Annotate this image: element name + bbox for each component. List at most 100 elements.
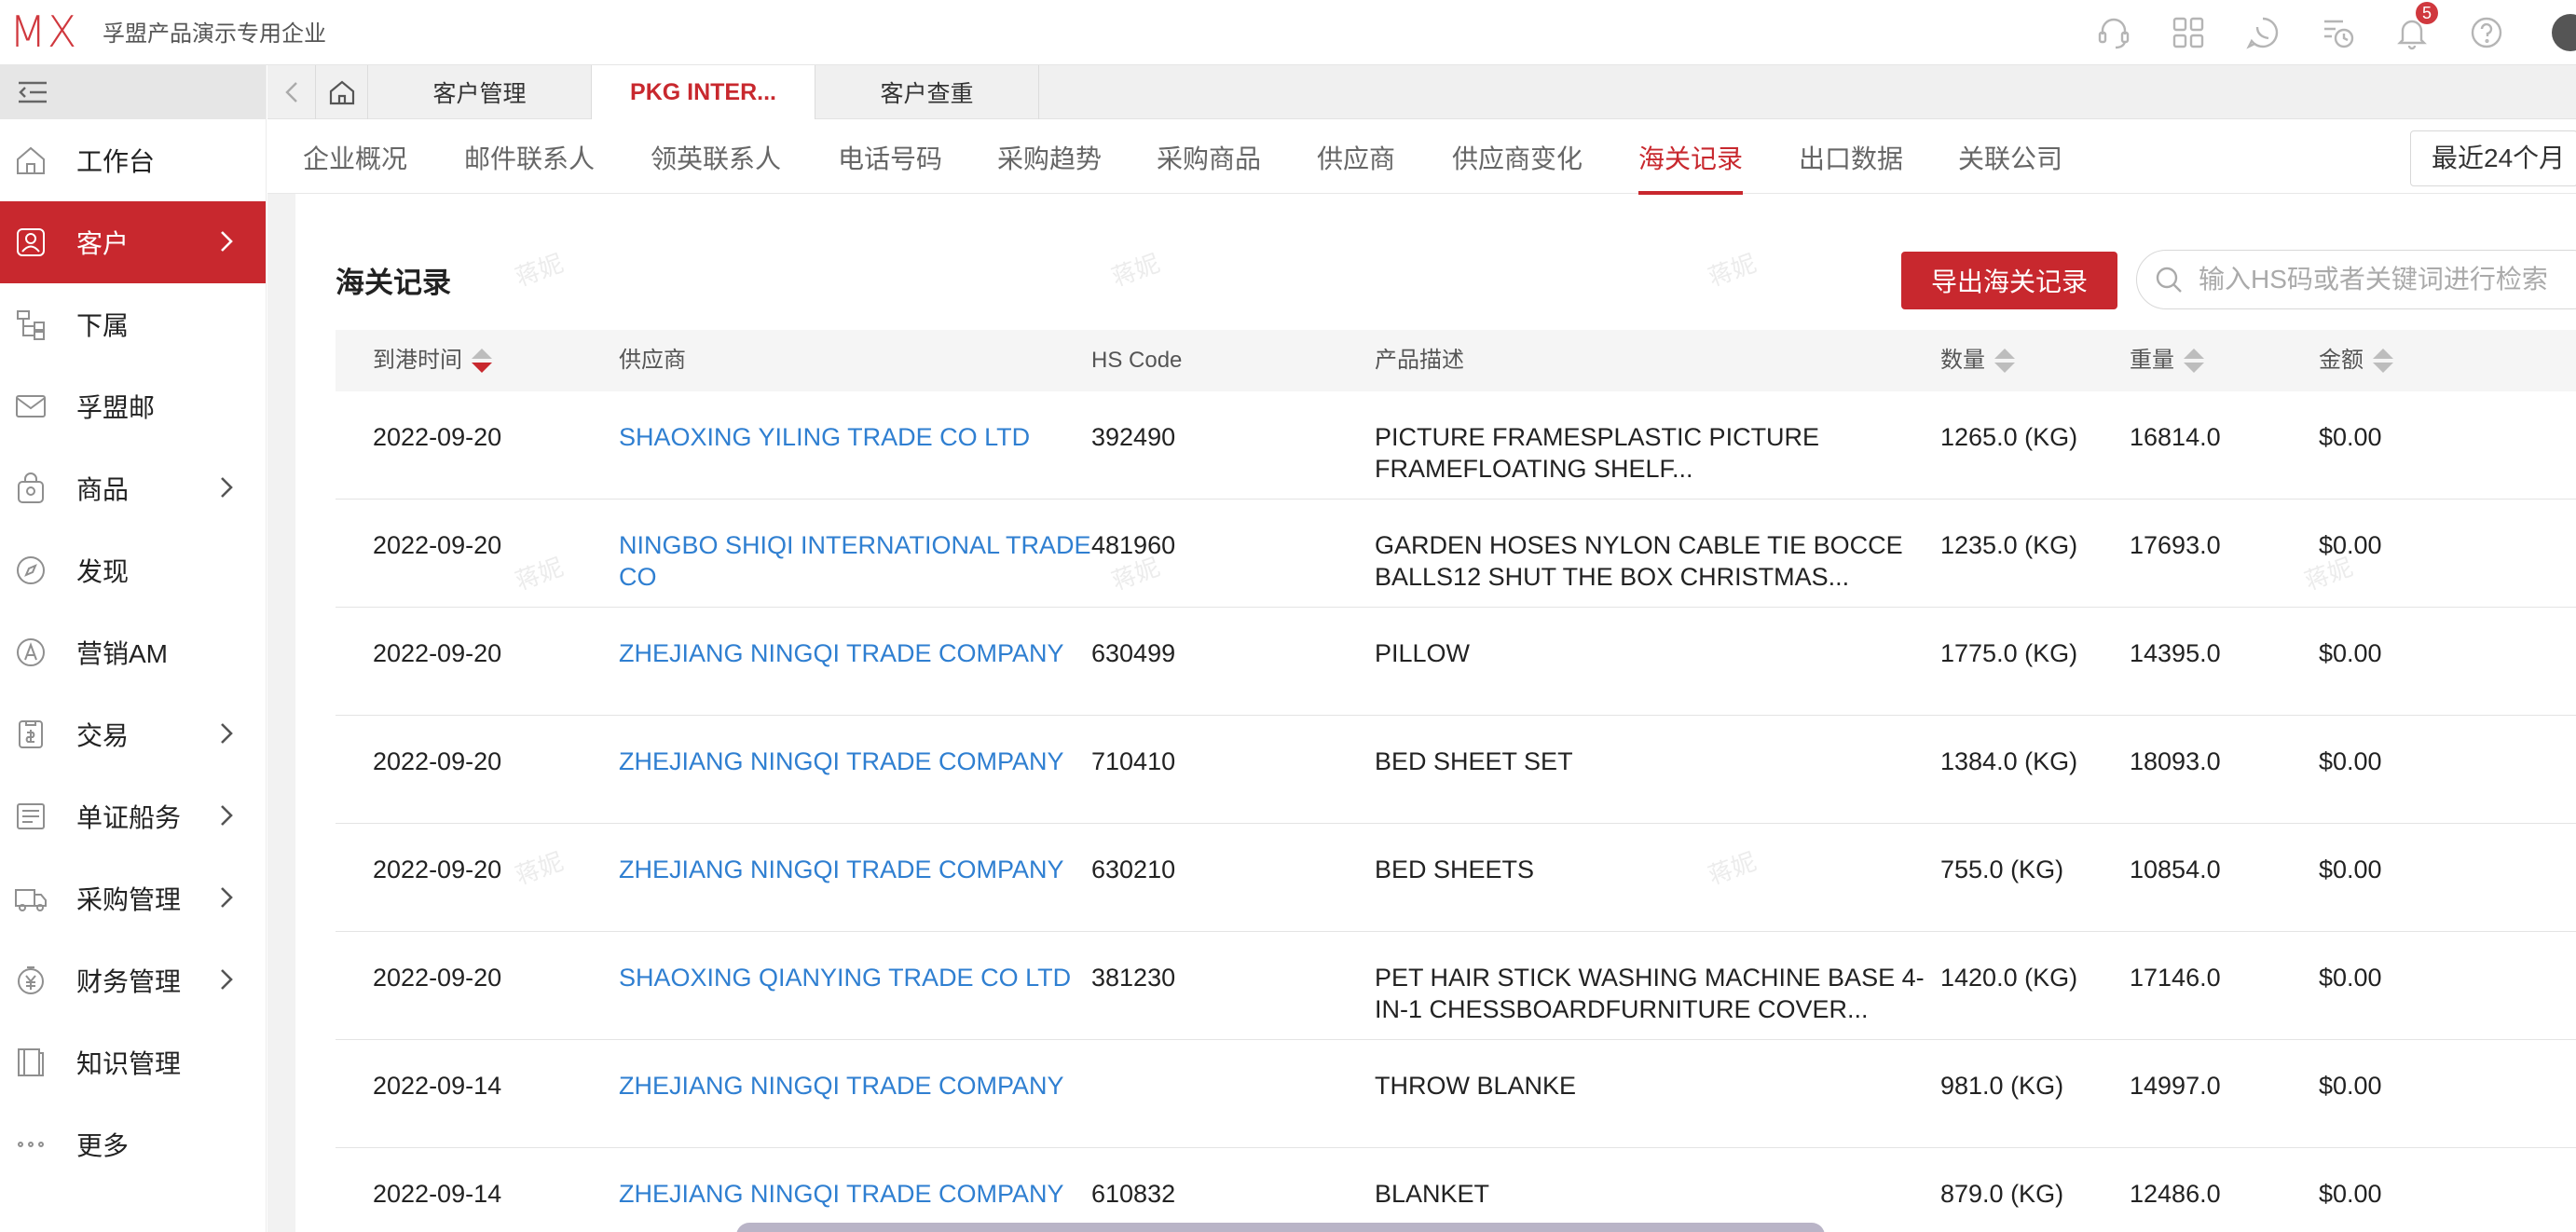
cell-supplier-link[interactable]: ZHEJIANG NINGQI TRADE COMPANY: [619, 637, 1094, 669]
table-row[interactable]: 2022-09-20 NINGBO SHIQI INTERNATIONAL TRA…: [336, 500, 2576, 608]
tab-customer-dedupe[interactable]: 客户查重: [815, 65, 1039, 119]
avatar[interactable]: [2552, 14, 2576, 51]
sidebar-item-label: 营销AM: [76, 639, 169, 668]
subtab-purchased-goods[interactable]: 采购商品: [1157, 119, 1261, 194]
sidebar-item-7[interactable]: 交易: [0, 693, 266, 775]
app-logo[interactable]: MX: [9, 7, 77, 57]
cell-quantity: 1265.0 (KG): [1940, 423, 2078, 451]
cell-supplier-link[interactable]: ZHEJIANG NINGQI TRADE COMPANY: [619, 1070, 1094, 1102]
subtab-overview[interactable]: 企业概况: [303, 119, 407, 194]
section-title: 海关记录: [336, 267, 451, 299]
table-row[interactable]: 2022-09-14 ZHEJIANG NINGQI TRADE COMPANY 6…: [336, 1148, 2576, 1232]
table-row[interactable]: 2022-09-20 SHAOXING QIANYING TRADE CO LTD…: [336, 932, 2576, 1040]
cell-supplier-link[interactable]: NINGBO SHIQI INTERNATIONAL TRADE CO: [619, 529, 1094, 593]
sidebar-item-10[interactable]: 财务管理: [0, 939, 266, 1021]
export-customs-button[interactable]: 导出海关记录: [1901, 252, 2117, 309]
chevron-right-icon: [219, 721, 238, 747]
tab-scroll-left-button[interactable]: [267, 65, 316, 119]
cell-amount: $0.00: [2319, 531, 2382, 559]
search-input[interactable]: [2199, 265, 2576, 294]
apps-grid-icon[interactable]: [2151, 0, 2226, 65]
table-row[interactable]: 2022-09-20 ZHEJIANG NINGQI TRADE COMPANY 6…: [336, 608, 2576, 716]
tab-pkg-inter[interactable]: PKG INTER...: [592, 65, 815, 119]
history-icon[interactable]: [2300, 0, 2375, 65]
column-header-date[interactable]: 到港时间: [373, 330, 492, 391]
sidebar-item-label: 更多: [76, 1131, 130, 1160]
top-icon-group: 5: [2076, 0, 2576, 65]
truck-icon: [13, 881, 48, 916]
cell-amount: $0.00: [2319, 856, 2382, 883]
watermark: 蒋妮: [511, 248, 568, 292]
subtab-related-companies[interactable]: 关联公司: [1958, 119, 2062, 194]
table-row[interactable]: 2022-09-20 ZHEJIANG NINGQI TRADE COMPANY 7…: [336, 716, 2576, 824]
tab-customer-management[interactable]: 客户管理: [368, 65, 592, 119]
sidebar-item-label: 采购管理: [76, 885, 182, 914]
cell-quantity: 755.0 (KG): [1940, 856, 2064, 883]
sidebar-item-2[interactable]: 下属: [0, 283, 266, 365]
sort-icon[interactable]: [2373, 349, 2393, 373]
sidebar-collapse-button[interactable]: [0, 65, 266, 119]
table-row[interactable]: 2022-09-20 ZHEJIANG NINGQI TRADE COMPANY 6…: [336, 824, 2576, 932]
sidebar-item-8[interactable]: 单证船务: [0, 775, 266, 857]
sort-icon[interactable]: [2184, 349, 2204, 373]
tab-home[interactable]: [316, 65, 368, 119]
top-bar: MX 孚盟产品演示专用企业 5: [0, 0, 2576, 65]
search-icon: [2156, 267, 2182, 293]
sidebar-item-12[interactable]: 更多: [0, 1103, 266, 1185]
tab-bar: 客户管理 PKG INTER... 客户查重: [267, 65, 2576, 119]
cell-amount: $0.00: [2319, 1072, 2382, 1100]
sort-icon[interactable]: [1994, 349, 2015, 373]
subtab-phone-numbers[interactable]: 电话号码: [838, 119, 942, 194]
chevron-right-icon: [219, 229, 238, 255]
document-icon: [13, 799, 48, 834]
cell-quantity: 879.0 (KG): [1940, 1180, 2064, 1208]
cell-supplier-link[interactable]: ZHEJIANG NINGQI TRADE COMPANY: [619, 854, 1094, 885]
cell-weight: 10854.0: [2130, 856, 2221, 883]
table-row[interactable]: 2022-09-20 SHAOXING YILING TRADE CO LTD 39…: [336, 391, 2576, 500]
cell-amount: $0.00: [2319, 423, 2382, 451]
subtab-linkedin-contacts[interactable]: 领英联系人: [651, 119, 781, 194]
cell-supplier-link[interactable]: ZHEJIANG NINGQI TRADE COMPANY: [619, 1178, 1094, 1210]
sidebar-item-1[interactable]: 客户: [0, 201, 266, 283]
cell-weight: 17146.0: [2130, 964, 2221, 992]
sidebar-item-6[interactable]: 营销AM: [0, 611, 266, 693]
cell-amount: $0.00: [2319, 1180, 2382, 1208]
sidebar-item-label: 发现: [76, 557, 130, 586]
sidebar-item-0[interactable]: 工作台: [0, 119, 266, 201]
cell-supplier-link[interactable]: ZHEJIANG NINGQI TRADE COMPANY: [619, 746, 1094, 777]
home-tab-icon: [329, 80, 354, 105]
subtab-supplier-changes[interactable]: 供应商变化: [1452, 119, 1583, 194]
bag-icon: [13, 471, 48, 506]
column-header-amount[interactable]: 金额: [2319, 330, 2393, 391]
column-header-weight[interactable]: 重量: [2130, 330, 2204, 391]
subtab-suppliers[interactable]: 供应商: [1317, 119, 1395, 194]
search-box: [2136, 250, 2576, 309]
cell-supplier-link[interactable]: SHAOXING QIANYING TRADE CO LTD: [619, 962, 1094, 993]
sidebar-item-label: 单证船务: [76, 803, 182, 832]
help-icon[interactable]: [2449, 0, 2524, 65]
cell-hs-code: 610832: [1091, 1180, 1176, 1208]
sidebar-item-5[interactable]: 发现: [0, 529, 266, 611]
subtab-customs-records[interactable]: 海关记录: [1638, 119, 1744, 195]
marketing-icon: [13, 635, 48, 670]
headset-icon[interactable]: [2076, 0, 2151, 65]
cell-supplier-link[interactable]: SHAOXING YILING TRADE CO LTD: [619, 421, 1094, 453]
column-header-quantity[interactable]: 数量: [1940, 330, 2015, 391]
whatsapp-icon[interactable]: [2226, 0, 2300, 65]
sidebar-item-4[interactable]: 商品: [0, 447, 266, 529]
cell-quantity: 1420.0 (KG): [1940, 964, 2078, 992]
bell-icon[interactable]: 5: [2375, 0, 2449, 65]
trade-icon: [13, 717, 48, 752]
book-icon: [13, 1045, 48, 1080]
subtab-purchase-trend[interactable]: 采购趋势: [997, 119, 1102, 194]
sidebar-item-11[interactable]: 知识管理: [0, 1021, 266, 1103]
subtab-email-contacts[interactable]: 邮件联系人: [464, 119, 595, 194]
subtab-export-data[interactable]: 出口数据: [1799, 119, 1903, 194]
sidebar-item-3[interactable]: 孚盟邮: [0, 365, 266, 447]
period-select[interactable]: 最近24个月: [2410, 130, 2576, 186]
table-row[interactable]: 2022-09-14 ZHEJIANG NINGQI TRADE COMPANY T…: [336, 1040, 2576, 1148]
mail-icon: [13, 389, 48, 424]
table-header: 到港时间 供应商 HS Code 产品描述 数量 重量 金额: [336, 330, 2576, 391]
sort-desc-icon[interactable]: [472, 349, 492, 373]
sidebar-item-9[interactable]: 采购管理: [0, 857, 266, 939]
